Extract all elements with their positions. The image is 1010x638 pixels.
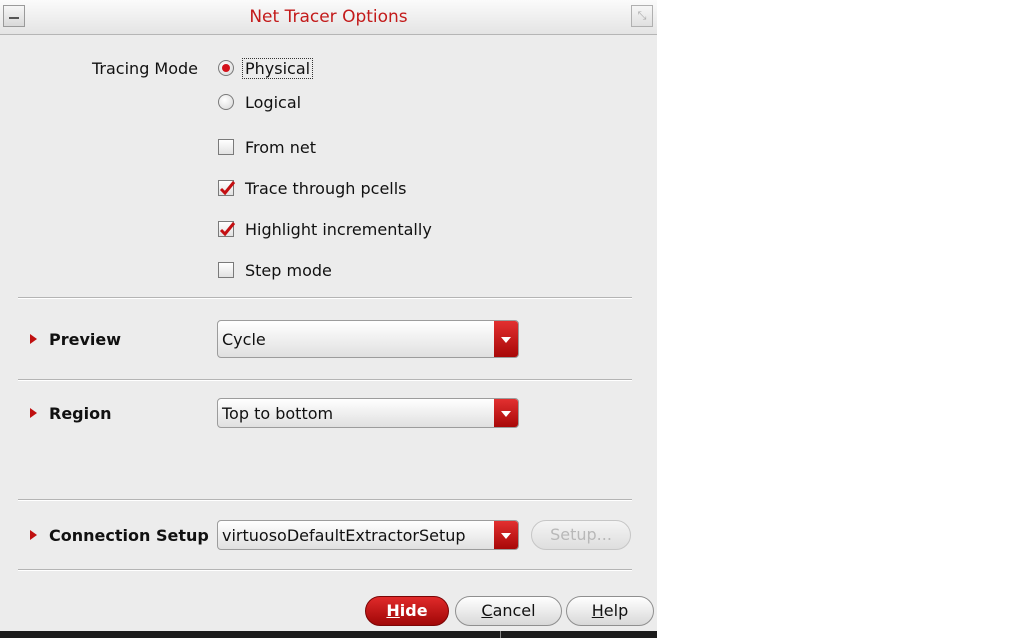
checkmark-icon xyxy=(219,222,236,237)
separator xyxy=(18,379,632,381)
preview-select-value: Cycle xyxy=(222,330,266,349)
radio-logical-label[interactable]: Logical xyxy=(245,93,301,112)
radio-logical[interactable] xyxy=(218,94,234,110)
window-title: Net Tracer Options xyxy=(249,7,408,27)
separator xyxy=(18,499,632,501)
checkbox-from-net[interactable] xyxy=(218,139,234,155)
checkbox-trace-through-pcells-label[interactable]: Trace through pcells xyxy=(245,179,407,198)
region-section-label: Region xyxy=(49,404,112,423)
help-mnemonic: H xyxy=(591,601,604,620)
dropdown-arrow-icon[interactable] xyxy=(494,521,518,549)
checkmark-icon xyxy=(219,181,236,196)
checkbox-trace-through-pcells[interactable] xyxy=(218,180,236,196)
hide-label: ide xyxy=(399,601,428,620)
cancel-label: ancel xyxy=(492,601,536,620)
preview-section-label: Preview xyxy=(49,330,122,349)
help-button[interactable]: Help xyxy=(566,596,654,626)
checkbox-highlight-incrementally[interactable] xyxy=(218,221,236,237)
help-label: elp xyxy=(603,601,629,620)
net-tracer-options-dialog: Net Tracer Options ⤡ Tracing Mode Physic… xyxy=(0,0,657,638)
dropdown-arrow-icon[interactable] xyxy=(494,399,518,427)
tracing-mode-label: Tracing Mode xyxy=(92,59,199,78)
separator xyxy=(18,569,632,571)
region-select[interactable]: Top to bottom xyxy=(217,398,519,428)
separator xyxy=(18,297,632,299)
connection-setup-value: virtuosoDefaultExtractorSetup xyxy=(222,526,466,545)
setup-button[interactable]: Setup... xyxy=(531,520,631,550)
maximize-icon[interactable]: ⤡ xyxy=(631,5,653,27)
connection-setup-expand-icon[interactable] xyxy=(30,530,37,540)
checkbox-from-net-label[interactable]: From net xyxy=(245,138,316,157)
dropdown-arrow-icon[interactable] xyxy=(494,321,518,357)
connection-setup-select[interactable]: virtuosoDefaultExtractorSetup xyxy=(217,520,519,550)
hide-mnemonic: H xyxy=(386,601,400,620)
region-select-value: Top to bottom xyxy=(222,404,334,423)
title-bar: Net Tracer Options ⤡ xyxy=(0,0,657,35)
region-expand-icon[interactable] xyxy=(30,408,37,418)
hide-button[interactable]: Hide xyxy=(365,596,449,626)
checkbox-step-mode[interactable] xyxy=(218,262,234,278)
checkbox-step-mode-label[interactable]: Step mode xyxy=(245,261,332,280)
checkbox-highlight-incrementally-label[interactable]: Highlight incrementally xyxy=(245,220,432,239)
cancel-mnemonic: C xyxy=(481,601,493,620)
radio-physical[interactable] xyxy=(218,60,234,76)
cancel-button[interactable]: Cancel xyxy=(455,596,562,626)
preview-select[interactable]: Cycle xyxy=(217,320,519,358)
radio-physical-label[interactable]: Physical xyxy=(241,58,314,79)
preview-expand-icon[interactable] xyxy=(30,334,37,344)
taskbar-strip xyxy=(0,631,657,638)
connection-setup-label: Connection Setup xyxy=(49,526,209,545)
